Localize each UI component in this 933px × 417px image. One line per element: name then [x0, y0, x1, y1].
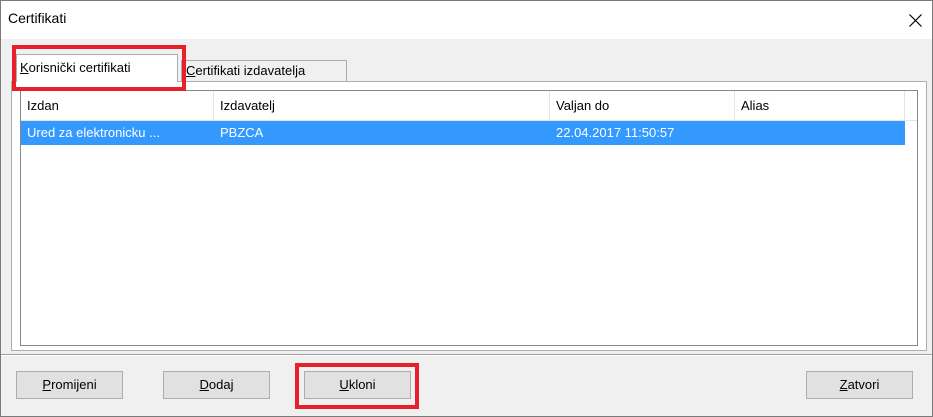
divider [1, 354, 932, 356]
certifikati-dialog: Certifikati Korisnički certifikati Certi… [0, 0, 933, 417]
tab-label: Certifikati izdavatelja [186, 63, 306, 78]
ukloni-button[interactable]: Ukloni [304, 371, 411, 399]
tab-panel: Izdan Izdavatelj Valjan do Alias Ured za… [11, 81, 927, 351]
certificate-list[interactable]: Izdan Izdavatelj Valjan do Alias Ured za… [20, 90, 918, 346]
cell-valjan-do: 22.04.2017 11:50:57 [556, 125, 675, 140]
tab-korisnicki-certifikati[interactable]: Korisnički certifikati [16, 54, 178, 82]
cell-izdavatelj: PBZCA [220, 125, 264, 140]
column-header-valjan-do[interactable]: Valjan do [550, 91, 735, 120]
dodaj-button[interactable]: Dodaj [163, 371, 270, 399]
column-header-izdan[interactable]: Izdan [21, 91, 214, 120]
table-row[interactable]: Ured za elektronicku ... PBZCA 22.04.201… [21, 121, 905, 145]
column-header-izdavatelj[interactable]: Izdavatelj [214, 91, 550, 120]
tab-certifikati-izdavatelja[interactable]: Certifikati izdavatelja [181, 60, 347, 82]
column-header-alias[interactable]: Alias [735, 91, 905, 120]
cell-izdan: Ured za elektronicku ... [27, 125, 160, 140]
promijeni-button[interactable]: Promijeni [16, 371, 123, 399]
window-title: Certifikati [8, 10, 67, 26]
title-bar: Certifikati [1, 1, 932, 39]
close-button[interactable] [898, 1, 932, 39]
close-icon [909, 14, 922, 27]
list-header: Izdan Izdavatelj Valjan do Alias [21, 91, 917, 121]
zatvori-button[interactable]: Zatvori [806, 371, 913, 399]
tab-label: Korisnički certifikati [20, 60, 131, 75]
